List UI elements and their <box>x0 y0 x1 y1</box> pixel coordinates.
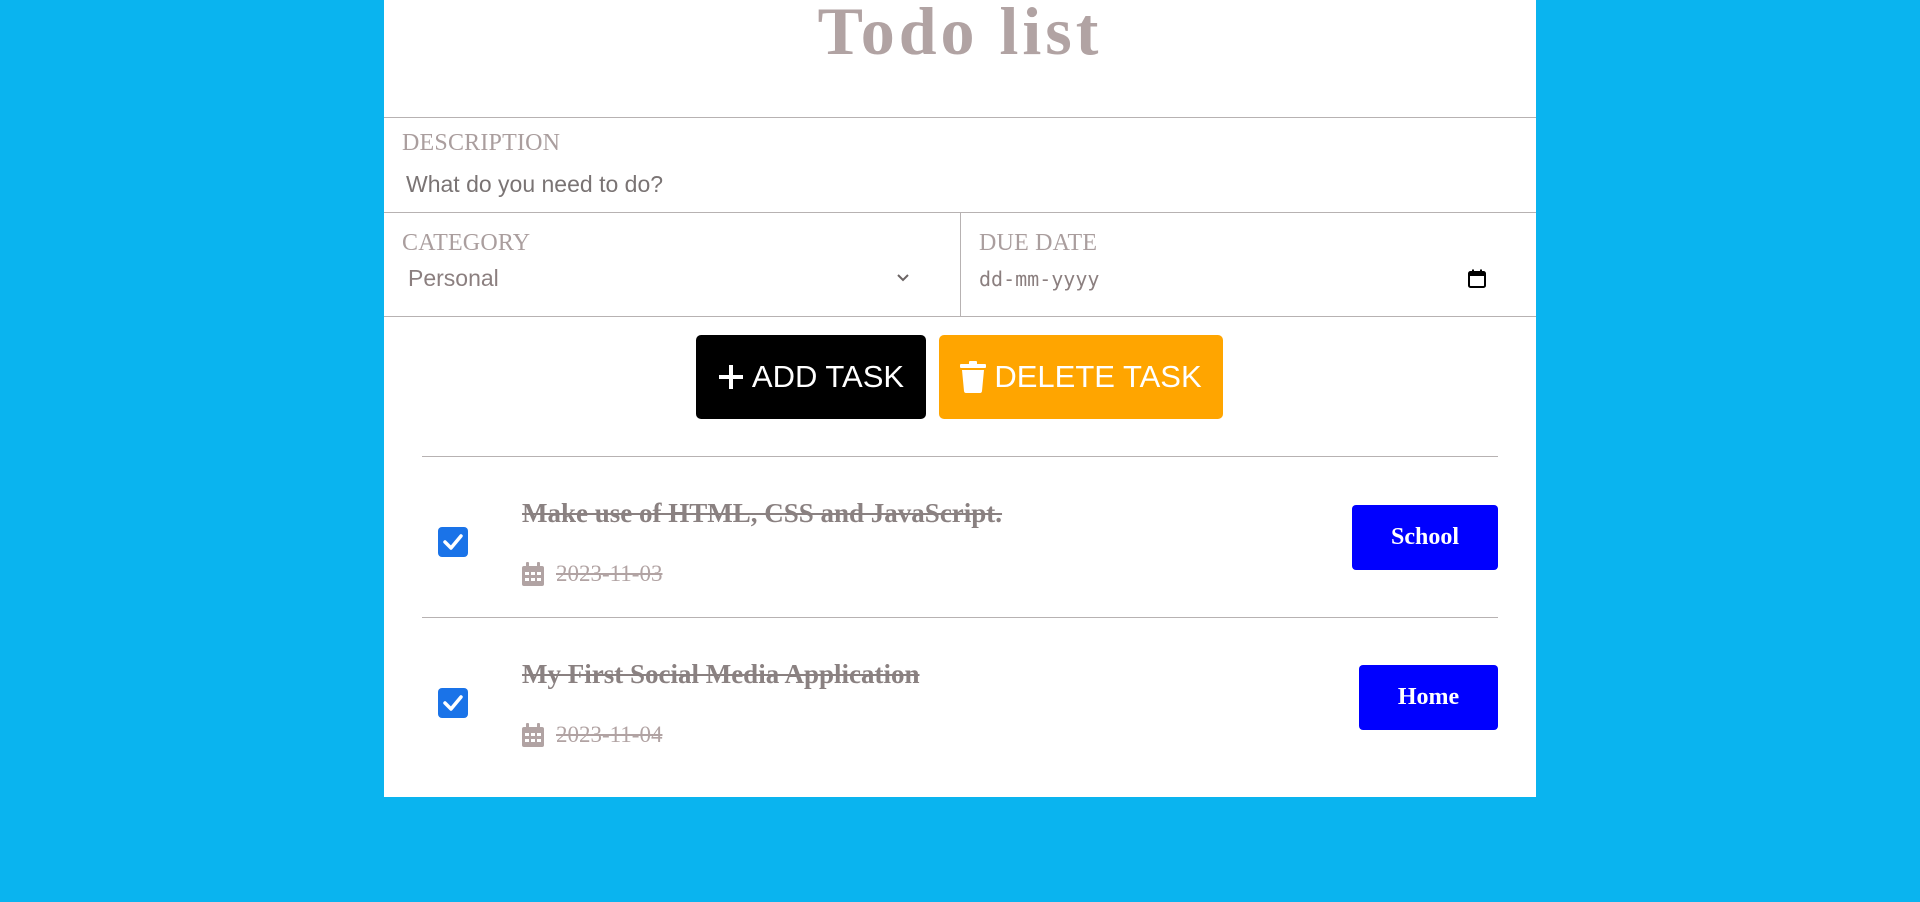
due-date-label: DUE DATE <box>979 230 1098 256</box>
description-label: DESCRIPTION <box>402 130 561 156</box>
delete-task-button[interactable]: DELETE TASK <box>939 335 1223 419</box>
description-field[interactable]: DESCRIPTION What do you need to do? <box>384 118 1536 213</box>
task-date-text: 2023-11-03 <box>556 561 663 586</box>
category-badge[interactable]: School <box>1352 505 1498 570</box>
category-label: CATEGORY <box>402 230 531 256</box>
trash-icon <box>960 361 987 393</box>
category-select[interactable]: Personal <box>408 265 499 292</box>
add-task-button[interactable]: ADD TASK <box>696 335 926 419</box>
task-item: My First Social Media Application 2023-1… <box>422 618 1498 778</box>
header: Todo list <box>384 0 1536 118</box>
category-field[interactable]: CATEGORY Personal <box>384 213 961 316</box>
chevron-down-icon[interactable] <box>894 269 912 287</box>
todo-card: Todo list DESCRIPTION What do you need t… <box>384 0 1536 797</box>
task-date-text: 2023-11-04 <box>556 722 663 747</box>
category-badge[interactable]: Home <box>1359 665 1498 730</box>
task-checkbox[interactable] <box>438 527 468 557</box>
delete-task-label: DELETE TASK <box>994 359 1202 394</box>
add-task-label: ADD TASK <box>751 359 905 394</box>
checkmark-icon <box>443 695 463 711</box>
page-title: Todo list <box>817 0 1103 69</box>
due-date-input[interactable]: dd-mm-yyyy <box>979 267 1099 291</box>
task-title: Make use of HTML, CSS and JavaScript. <box>522 498 1003 528</box>
task-date: 2023-11-03 <box>522 561 662 587</box>
calendar-icon <box>522 723 544 747</box>
category-due-row: CATEGORY Personal DUE DATE dd-mm-yyyy <box>384 213 1536 317</box>
action-bar: ADD TASK DELETE TASK <box>384 335 1536 419</box>
plus-icon <box>718 365 743 389</box>
task-item: Make use of HTML, CSS and JavaScript. 20… <box>422 457 1498 617</box>
task-date: 2023-11-04 <box>522 722 662 748</box>
description-input[interactable]: What do you need to do? <box>406 171 663 198</box>
checkmark-icon <box>443 534 463 550</box>
task-title: My First Social Media Application <box>522 659 920 689</box>
calendar-icon <box>522 562 544 586</box>
calendar-picker-icon[interactable] <box>1467 269 1487 289</box>
task-checkbox[interactable] <box>438 688 468 718</box>
due-date-field[interactable]: DUE DATE dd-mm-yyyy <box>961 213 1536 316</box>
